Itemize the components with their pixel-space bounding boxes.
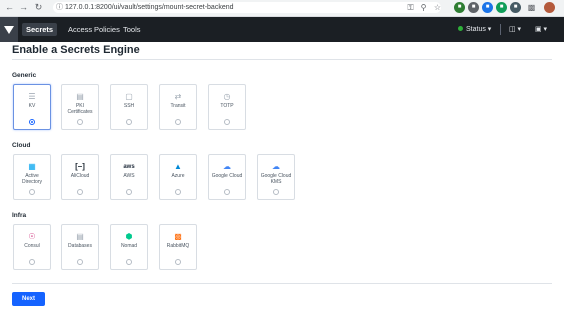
windows-icon: ▦ [28, 162, 36, 171]
engine-radio[interactable] [224, 119, 230, 125]
divider [12, 283, 552, 284]
alicloud-icon: [–] [75, 162, 85, 171]
browser-toolbar: ← → ↻ ⓘ 127.0.0.1:8200/ui/vault/settings… [0, 0, 564, 17]
engine-card-alicloud[interactable]: [–] AliCloud [61, 154, 99, 200]
key-icon[interactable]: ⚿ [405, 2, 416, 13]
extension-icon[interactable]: ■ [454, 2, 465, 13]
engine-label: AliCloud [70, 173, 90, 179]
engine-label: Google Cloud KMS [260, 173, 292, 185]
engine-card-active-directory[interactable]: ▦ Active Directory [13, 154, 51, 200]
extensions-puzzle-icon[interactable]: ▩ [526, 2, 537, 13]
engine-label: Databases [68, 243, 92, 249]
engine-radio[interactable] [126, 119, 132, 125]
reload-icon[interactable]: ↻ [33, 2, 44, 13]
engine-label: Nomad [120, 243, 138, 249]
engine-radio[interactable] [175, 259, 181, 265]
engine-card-google-cloud[interactable]: ☁ Google Cloud [208, 154, 246, 200]
site-info-icon[interactable]: ⓘ [56, 2, 63, 13]
extension-icon[interactable]: ■ [468, 2, 479, 13]
section-label-infra: Infra [12, 212, 27, 219]
engine-label: SSH [123, 103, 135, 109]
engine-radio[interactable] [224, 189, 230, 195]
engine-label: TOTP [220, 103, 234, 109]
google-cloud-icon: ☁ [272, 162, 280, 171]
next-button[interactable]: Next [12, 292, 45, 306]
list-icon: ☰ [28, 92, 36, 101]
address-bar[interactable]: ⓘ 127.0.0.1:8200/ui/vault/settings/mount… [53, 2, 441, 13]
engine-radio[interactable] [126, 189, 132, 195]
engine-radio[interactable] [77, 119, 83, 125]
star-icon[interactable]: ☆ [432, 2, 443, 13]
engine-card-pki[interactable]: ▤ PKI Certificates [61, 84, 99, 130]
engine-card-consul[interactable]: ☉ Consul [13, 224, 51, 270]
google-cloud-icon: ☁ [223, 162, 231, 171]
engine-card-aws[interactable]: aws AWS [110, 154, 148, 200]
section-label-generic: Generic [12, 72, 37, 79]
status-menu[interactable]: Status ▾ [458, 23, 491, 36]
console-icon[interactable]: ◫ ▾ [509, 23, 521, 36]
nav-secrets[interactable]: Secrets [22, 23, 58, 36]
app-header: Secrets Access Policies Tools Status ▾ ◫… [0, 17, 564, 42]
nomad-icon: ⬢ [125, 232, 133, 241]
azure-icon: ▲ [174, 162, 182, 171]
engine-card-ssh[interactable]: ▢ SSH [110, 84, 148, 130]
engine-radio[interactable] [29, 259, 35, 265]
engine-radio[interactable] [29, 119, 35, 125]
engine-radio[interactable] [273, 189, 279, 195]
aws-icon: aws [123, 164, 135, 170]
engine-radio[interactable] [126, 259, 132, 265]
engine-card-totp[interactable]: ◷ TOTP [208, 84, 246, 130]
engine-label: AWS [123, 173, 135, 179]
engine-label: KV [28, 103, 36, 109]
page-title: Enable a Secrets Engine [12, 44, 140, 56]
engine-card-databases[interactable]: ▤ Databases [61, 224, 99, 270]
consul-icon: ☉ [28, 232, 36, 241]
divider [12, 59, 552, 60]
engine-card-azure[interactable]: ▲ Azure [159, 154, 197, 200]
extension-icon[interactable]: ■ [482, 2, 493, 13]
engine-card-kv[interactable]: ☰ KV [13, 84, 51, 130]
engine-card-google-cloud-kms[interactable]: ☁ Google Cloud KMS [257, 154, 295, 200]
rabbitmq-icon: ▩ [174, 232, 182, 241]
engine-radio[interactable] [29, 189, 35, 195]
engine-label: PKI Certificates [67, 103, 93, 115]
engine-radio[interactable] [77, 259, 83, 265]
database-icon: ▤ [76, 232, 84, 241]
engine-label: RabbitMQ [166, 243, 190, 249]
engine-label: Active Directory [21, 173, 42, 185]
status-dot-icon [458, 26, 463, 31]
engine-radio[interactable] [175, 119, 181, 125]
nav-tools[interactable]: Tools [119, 23, 145, 36]
extension-icon[interactable]: ■ [510, 2, 521, 13]
engine-label: Azure [171, 173, 185, 179]
transit-icon: ⇄ [174, 92, 182, 101]
header-divider [500, 24, 501, 35]
engine-card-nomad[interactable]: ⬢ Nomad [110, 224, 148, 270]
engine-label: Google Cloud [211, 173, 243, 179]
section-label-cloud: Cloud [12, 142, 31, 149]
engine-radio[interactable] [77, 189, 83, 195]
vault-logo-icon[interactable] [0, 17, 18, 42]
engine-radio[interactable] [175, 189, 181, 195]
back-icon[interactable]: ← [4, 2, 15, 13]
url-text: 127.0.0.1:8200/ui/vault/settings/mount-s… [65, 4, 234, 11]
engine-card-transit[interactable]: ⇄ Transit [159, 84, 197, 130]
user-menu-icon[interactable]: ▣ ▾ [535, 23, 547, 36]
forward-icon[interactable]: → [18, 2, 29, 13]
status-label: Status [466, 26, 486, 33]
engine-label: Transit [170, 103, 186, 109]
extension-icon[interactable]: ■ [496, 2, 507, 13]
certificate-icon: ▤ [76, 92, 84, 101]
clock-icon: ◷ [223, 92, 231, 101]
engine-label: Consul [24, 243, 40, 249]
avatar[interactable] [544, 2, 555, 13]
zoom-icon[interactable]: ⚲ [418, 2, 429, 13]
terminal-icon: ▢ [125, 92, 133, 101]
engine-card-rabbitmq[interactable]: ▩ RabbitMQ [159, 224, 197, 270]
